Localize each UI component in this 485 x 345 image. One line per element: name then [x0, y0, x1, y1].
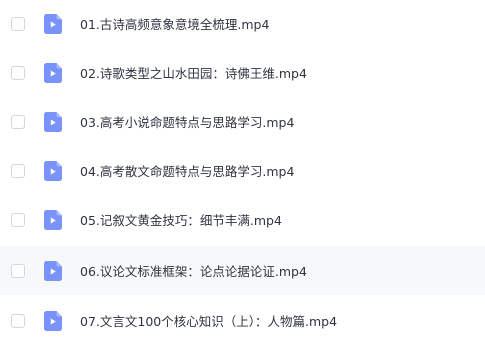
video-file-icon [44, 209, 62, 230]
file-name[interactable]: 06.议论文标准框架：论点论据论证.mp4 [80, 261, 307, 280]
row-checkbox[interactable] [11, 163, 25, 178]
file-name[interactable]: 02.诗歌类型之山水田园：诗佛王维.mp4 [80, 63, 307, 82]
file-name[interactable]: 05.记叙文黄金技巧：细节丰满.mp4 [80, 210, 282, 229]
file-name[interactable]: 01.古诗高频意象意境全梳理.mp4 [80, 14, 269, 33]
file-row[interactable]: 01.古诗高频意象意境全梳理.mp4 [0, 0, 485, 48]
file-name[interactable]: 07.文言文100个核心知识（上）：人物篇.mp4 [80, 311, 337, 330]
file-row[interactable]: 02.诗歌类型之山水田园：诗佛王维.mp4 [0, 48, 485, 97]
row-checkbox[interactable] [11, 263, 25, 278]
row-checkbox[interactable] [11, 114, 25, 129]
row-checkbox[interactable] [11, 313, 25, 328]
video-file-icon [44, 160, 62, 181]
row-checkbox[interactable] [11, 212, 25, 227]
file-row[interactable]: 05.记叙文黄金技巧：细节丰满.mp4 [0, 195, 485, 244]
file-name[interactable]: 03.高考小说命题特点与思路学习.mp4 [80, 112, 294, 131]
row-checkbox[interactable] [11, 16, 25, 31]
video-file-icon [44, 13, 62, 34]
file-row[interactable]: 07.文言文100个核心知识（上）：人物篇.mp4 [0, 296, 485, 345]
video-file-icon [44, 62, 62, 83]
row-checkbox[interactable] [11, 65, 25, 80]
video-file-icon [44, 260, 62, 281]
file-row[interactable]: 04.高考散文命题特点与思路学习.mp4 [0, 146, 485, 195]
video-file-icon [44, 310, 62, 331]
file-row[interactable]: 03.高考小说命题特点与思路学习.mp4 [0, 97, 485, 146]
file-row[interactable]: 06.议论文标准框架：论点论据论证.mp4 [0, 246, 485, 295]
video-file-icon [44, 111, 62, 132]
file-name[interactable]: 04.高考散文命题特点与思路学习.mp4 [80, 161, 294, 180]
